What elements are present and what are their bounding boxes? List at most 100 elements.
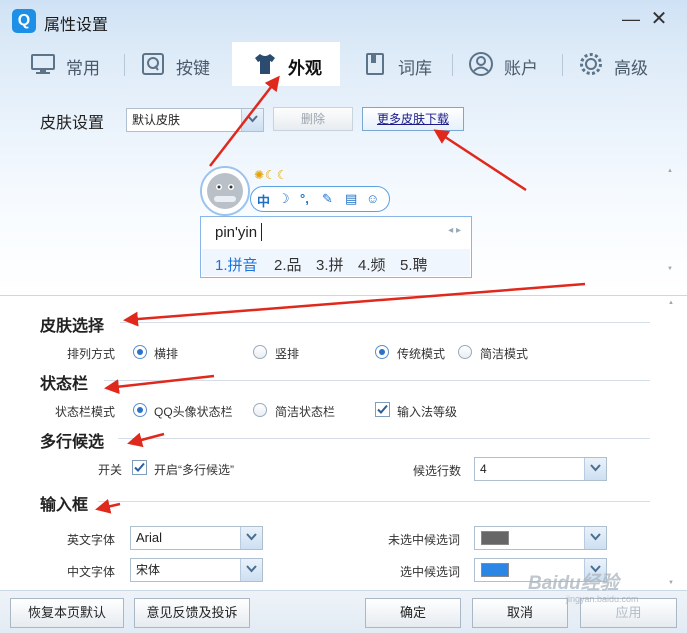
- more-skins-download-link[interactable]: 更多皮肤下载: [362, 107, 464, 131]
- monitor-icon: [31, 54, 55, 74]
- tab-account[interactable]: 账户: [468, 42, 558, 86]
- tab-keys[interactable]: 按键: [140, 42, 230, 86]
- book-icon: [366, 53, 384, 75]
- preview-scrollbar[interactable]: ▲ ▼: [666, 168, 674, 276]
- ime-level-checkbox[interactable]: [375, 402, 390, 417]
- skin-settings-label: 皮肤设置: [40, 115, 105, 132]
- section-divider: [118, 438, 650, 439]
- status-bar-preview: 中 ☽ °, ✎ ▤ ☺: [250, 186, 390, 212]
- chevron-down-icon: [247, 115, 258, 123]
- smiley-icon: ☺: [366, 191, 380, 206]
- dropdown-arrow[interactable]: [240, 559, 262, 581]
- radio-simple-mode-label: 简洁模式: [480, 347, 529, 361]
- dropdown-arrow[interactable]: [240, 527, 262, 549]
- cancel-button[interactable]: 取消: [472, 598, 568, 628]
- q-key-icon: [142, 53, 164, 75]
- candidate-item: 5.聘: [400, 257, 428, 274]
- radio-classic-mode[interactable]: [375, 345, 389, 359]
- baidu-watermark: Baidu经验: [528, 573, 619, 594]
- selected-candidate-label: 选中候选词: [400, 565, 461, 579]
- skin-select-value: 默认皮肤: [132, 113, 181, 127]
- section-divider: [104, 380, 650, 381]
- radio-qq-avatar-status-bar-label: QQ头像状态栏: [154, 405, 233, 419]
- header-area: Q 属性设置 — ✕ 常用 按键 外观 词库 账户 高级 皮肤设置 默认皮肤 删…: [0, 0, 687, 295]
- feedback-button[interactable]: 意见反馈及投诉: [134, 598, 250, 628]
- composition-text: pin'yin: [215, 224, 258, 241]
- skin-select[interactable]: 默认皮肤: [126, 108, 264, 132]
- ok-button[interactable]: 确定: [365, 598, 461, 628]
- dropdown-arrow[interactable]: [241, 109, 263, 131]
- ime-level-label: 输入法等级: [397, 405, 458, 419]
- close-button[interactable]: ✕: [646, 8, 672, 32]
- section-title-skin-select: 皮肤选择: [40, 318, 105, 335]
- settings-scrollbar[interactable]: ▲ ▼: [666, 300, 676, 590]
- radio-horizontal[interactable]: [133, 345, 147, 359]
- tab-label: 词库: [398, 59, 432, 78]
- multi-candidate-label: 开启“多行候选”: [154, 463, 234, 477]
- chevron-down-icon: [590, 464, 601, 472]
- baidu-watermark-url: jingyan.baidu.com: [566, 594, 639, 604]
- radio-simple-status-bar-label: 简洁状态栏: [275, 405, 336, 419]
- section-title-multi-candidate: 多行候选: [40, 434, 105, 451]
- tab-bar: 常用 按键 外观 词库 账户 高级: [0, 42, 687, 86]
- tab-label: 账户: [504, 59, 538, 78]
- switch-label: 开关: [98, 463, 123, 477]
- candidate-window-preview: pin'yin ◂ ▸ 1.拼音 2.品 3.拼 4.频 5.聘: [200, 216, 472, 278]
- scroll-down-icon[interactable]: ▼: [667, 266, 673, 272]
- candidate-item: 3.拼: [316, 257, 344, 274]
- settings-window: Q 属性设置 — ✕ 常用 按键 外观 词库 账户 高级 皮肤设置 默认皮肤 删…: [0, 0, 687, 633]
- chevron-down-icon: [590, 533, 601, 541]
- multi-candidate-checkbox[interactable]: [132, 460, 147, 475]
- text-caret: [261, 223, 262, 241]
- unselected-color-swatch: [481, 531, 509, 545]
- english-font-label: 英文字体: [67, 533, 116, 547]
- radio-classic-mode-label: 传统模式: [397, 347, 446, 361]
- wrench-icon: ✎: [322, 191, 333, 206]
- radio-vertical-label: 竖排: [275, 347, 300, 361]
- scroll-down-icon[interactable]: ▼: [668, 580, 674, 586]
- english-font-value: Arial: [136, 530, 163, 545]
- chinese-font-label: 中文字体: [67, 565, 116, 579]
- arrow-to-status-bar: [104, 374, 215, 395]
- tab-common[interactable]: 常用: [30, 42, 120, 86]
- candidate-item: 1.拼音: [215, 257, 258, 274]
- scroll-up-icon[interactable]: ▲: [667, 168, 673, 174]
- minimize-button[interactable]: —: [618, 8, 644, 32]
- unselected-color-select[interactable]: [474, 526, 607, 550]
- chinese-font-select[interactable]: 宋体: [130, 558, 263, 582]
- candidate-rows-select[interactable]: 4: [474, 457, 607, 481]
- unselected-candidate-label: 未选中候选词: [388, 533, 461, 547]
- skin-preview: ✺☾☾ 中 ☽ °, ✎ ▤ ☺ pin'yin ◂ ▸ 1.拼音 2.品 3.…: [200, 162, 472, 278]
- tab-label: 高级: [614, 59, 648, 78]
- tab-appearance[interactable]: 外观: [232, 42, 340, 86]
- moon-icon: ☽: [278, 191, 290, 206]
- app-logo-icon: Q: [12, 9, 36, 33]
- gear-icon: [580, 53, 602, 75]
- english-font-select[interactable]: Arial: [130, 526, 263, 550]
- tab-lexicon[interactable]: 词库: [362, 42, 452, 86]
- section-divider: [98, 501, 650, 502]
- candidate-item: 2.品: [274, 257, 302, 274]
- scroll-up-icon[interactable]: ▲: [668, 300, 674, 306]
- dropdown-arrow[interactable]: [584, 527, 606, 549]
- checkmark-icon: [134, 462, 145, 472]
- radio-qq-avatar-status-bar[interactable]: [133, 403, 147, 417]
- page-arrows-icon: ◂ ▸: [448, 225, 461, 236]
- radio-simple-mode[interactable]: [458, 345, 472, 359]
- tab-separator: [452, 54, 453, 76]
- tab-label: 按键: [176, 59, 210, 78]
- dropdown-arrow[interactable]: [584, 458, 606, 480]
- chinese-mode-icon: 中: [257, 194, 271, 209]
- section-divider: [120, 322, 650, 323]
- restore-defaults-button[interactable]: 恢复本页默认: [10, 598, 124, 628]
- clipboard-icon: ▤: [345, 191, 358, 206]
- tab-advanced[interactable]: 高级: [578, 42, 668, 86]
- radio-horizontal-label: 横排: [154, 347, 179, 361]
- chevron-down-icon: [246, 565, 257, 573]
- radio-vertical[interactable]: [253, 345, 267, 359]
- section-title-status-bar: 状态栏: [40, 376, 89, 393]
- delete-skin-button[interactable]: 删除: [273, 107, 353, 131]
- selected-color-swatch: [481, 563, 509, 577]
- radio-simple-status-bar[interactable]: [253, 403, 267, 417]
- tab-label: 外观: [288, 59, 322, 78]
